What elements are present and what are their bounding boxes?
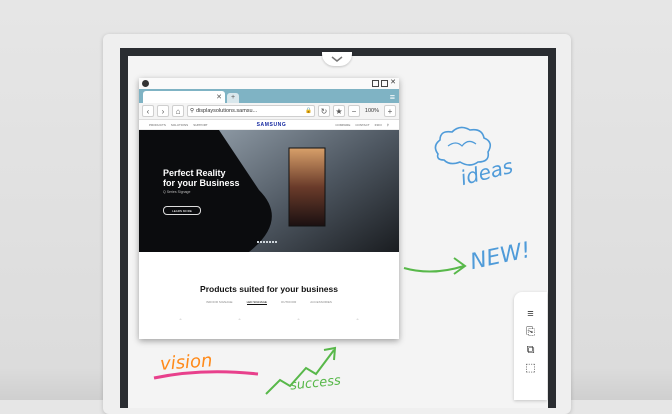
note-icon[interactable]: ⎘ (526, 326, 535, 338)
hero-banner: Perfect Reality for your Business Q Seri… (139, 130, 399, 252)
product-thumb-icon[interactable]: ▫ (239, 317, 241, 323)
product-thumb-icon[interactable]: ▫ (298, 317, 300, 323)
product-tab-accessories[interactable]: ACCESSORIES (310, 300, 332, 305)
new-tab-button[interactable]: + (227, 93, 239, 103)
product-thumb-icon[interactable]: ▫ (180, 317, 182, 323)
site-nav-contact[interactable]: CONTACT (355, 123, 369, 127)
address-bar[interactable]: ⚲ displaysolutions.samsu... 🔒 (187, 105, 315, 117)
site-search-icon[interactable]: ⚲ (387, 123, 389, 127)
pink-underline-doodle (153, 370, 259, 380)
site-nav-products[interactable]: PRODUCTS (149, 123, 166, 127)
site-nav-info[interactable]: INFO (375, 123, 382, 127)
site-nav-compare[interactable]: COMPARE (335, 123, 350, 127)
product-thumb-icon[interactable]: ▫ (357, 317, 359, 323)
site-nav-support[interactable]: SUPPORT (193, 123, 207, 127)
product-tab-outdoor[interactable]: OUTDOOR (281, 300, 296, 305)
product-tabs: INDOOR SIGNAGE LED SIGNAGE OUTDOOR ACCES… (139, 300, 399, 305)
side-tool-panel: ≡ ⎘ ⧉ ⬚ (514, 292, 547, 400)
site-navigation: PRODUCTS SOLUTIONS SUPPORT SAMSUNG COMPA… (139, 120, 399, 130)
fullscreen-icon[interactable] (381, 80, 389, 87)
browser-toolbar: ‹ › ⌂ ⚲ displaysolutions.samsu... 🔒 ↻ ★ … (139, 103, 399, 120)
search-icon: ⚲ (190, 108, 195, 114)
copy-icon[interactable]: ⧉ (527, 344, 535, 356)
product-tab-indoor[interactable]: INDOOR SIGNAGE (206, 300, 233, 305)
lock-icon: 🔒 (305, 108, 312, 114)
select-icon[interactable]: ⬚ (525, 362, 535, 374)
close-window-icon[interactable]: ✕ (390, 79, 396, 87)
forward-button[interactable]: › (157, 105, 169, 117)
tab-bar: ✕ + ≡ (139, 89, 399, 103)
products-title: Products suited for your business (200, 284, 338, 294)
zoom-in-button[interactable]: + (384, 105, 396, 117)
hero-subtitle: Q Series Signage (163, 190, 191, 194)
zoom-out-button[interactable]: − (347, 105, 360, 117)
bookmark-star-icon[interactable]: ★ (332, 105, 345, 117)
product-tab-led[interactable]: LED SIGNAGE (246, 300, 267, 305)
chevron-down-icon (331, 55, 343, 62)
menu-icon[interactable]: ≡ (390, 91, 395, 103)
url-text: displaysolutions.samsu... (196, 108, 258, 114)
menu-icon[interactable]: ≡ (527, 308, 533, 320)
browser-window[interactable]: ✕ ✕ + ≡ ‹ › ⌂ ⚲ displaysolutions.samsu..… (139, 78, 399, 339)
site-nav-solutions[interactable]: SOLUTIONS (171, 123, 188, 127)
close-tab-icon[interactable]: ✕ (216, 93, 222, 101)
zoom-level: 100% (364, 108, 379, 114)
product-icons: ▫ ▫ ▫ ▫ (139, 317, 399, 323)
green-arrow-doodle (403, 257, 467, 275)
app-icon (142, 80, 149, 87)
products-section: Products suited for your business INDOOR… (139, 252, 399, 323)
browser-tab[interactable]: ✕ (143, 91, 225, 103)
back-button[interactable]: ‹ (142, 105, 154, 117)
refresh-icon[interactable]: ↻ (317, 105, 330, 117)
hero-title-line1: Perfect Reality (163, 168, 226, 178)
hero-title: Perfect Reality for your Business (163, 168, 263, 188)
hero-title-line2: for your Business (163, 178, 240, 188)
restore-icon[interactable] (372, 80, 380, 87)
hero-learn-more-button[interactable]: LEARN MORE (163, 206, 201, 215)
home-icon[interactable]: ⌂ (172, 105, 184, 117)
site-logo[interactable]: SAMSUNG (257, 122, 287, 128)
window-titlebar: ✕ (139, 78, 399, 89)
